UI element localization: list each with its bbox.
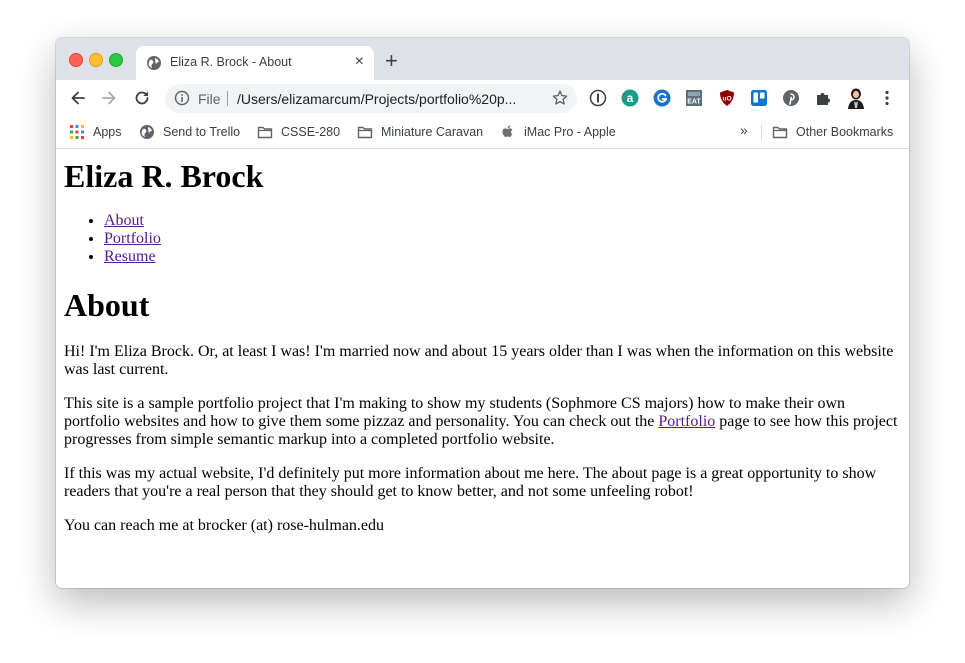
nav-link-portfolio[interactable]: Portfolio [104, 230, 161, 247]
svg-text:uO: uO [722, 96, 731, 103]
reload-icon[interactable] [132, 88, 152, 108]
folder-icon [357, 126, 373, 139]
nav-link-resume[interactable]: Resume [104, 248, 156, 265]
trello-icon[interactable] [750, 89, 768, 107]
globe-icon [140, 125, 154, 139]
svg-text:a: a [627, 91, 634, 105]
site-nav: About Portfolio Resume [64, 212, 901, 266]
slow-eat-icon[interactable]: EAT [685, 89, 703, 107]
nav-link-about[interactable]: About [104, 212, 144, 229]
bookmark-label: CSSE-280 [281, 125, 341, 139]
browser-toolbar: File /Users/elizamarcum/Projects/portfol… [56, 80, 909, 117]
url-text[interactable]: /Users/elizamarcum/Projects/portfolio%20… [237, 91, 516, 107]
new-tab-button[interactable]: + [385, 50, 398, 72]
profile-avatar-icon[interactable] [846, 87, 866, 109]
svg-text:EAT: EAT [687, 99, 701, 106]
folder-icon [257, 126, 273, 139]
1password-icon[interactable] [589, 89, 607, 107]
bookmark-miniature-caravan[interactable]: Miniature Caravan [357, 124, 483, 140]
tab-close-icon[interactable]: × [355, 53, 364, 71]
nav-item: About [104, 212, 901, 230]
menu-kebab-icon[interactable] [878, 89, 896, 107]
url-separator [227, 91, 228, 106]
browser-window: Eliza R. Brock - About × + File /Users/e… [56, 38, 909, 588]
apple-icon [502, 125, 513, 137]
nav-item: Portfolio [104, 230, 901, 248]
bookmarks-overflow-chevron-icon[interactable]: » [740, 122, 748, 138]
window-close-button[interactable] [69, 53, 83, 67]
extensions-puzzle-icon[interactable] [814, 89, 832, 107]
tab-title: Eliza R. Brock - About [170, 55, 292, 69]
info-icon[interactable] [174, 90, 190, 106]
pinterest-icon[interactable] [782, 89, 800, 107]
tab-active[interactable]: Eliza R. Brock - About × [136, 46, 374, 80]
amazon-assistant-icon[interactable]: a [621, 89, 639, 107]
nav-item: Resume [104, 248, 901, 266]
bookmark-imac-pro-apple[interactable]: iMac Pro - Apple [500, 124, 616, 140]
bookmark-send-to-trello[interactable]: Send to Trello [139, 124, 240, 140]
bookmark-label: Miniature Caravan [381, 125, 484, 139]
site-title: Eliza R. Brock [64, 158, 264, 194]
page-content: Eliza R. Brock About Portfolio Resume Ab… [56, 149, 909, 588]
bookmark-label: Apps [93, 125, 122, 139]
address-bar[interactable]: File /Users/elizamarcum/Projects/portfol… [165, 84, 577, 113]
bookmarks-bar: Apps Send to Trello CSSE-280 Miniature C… [56, 117, 909, 149]
back-arrow-icon[interactable] [68, 88, 88, 108]
apps-grid-icon [70, 125, 84, 139]
bookmarks-divider [761, 125, 762, 140]
window-minimize-button[interactable] [89, 53, 103, 67]
bookmark-label: iMac Pro - Apple [524, 125, 616, 139]
bookmark-csse-280[interactable]: CSSE-280 [257, 124, 340, 140]
paragraph-purpose: This site is a sample portfolio project … [64, 395, 901, 449]
forward-arrow-icon[interactable] [99, 88, 119, 108]
bookmark-star-icon[interactable] [551, 89, 569, 107]
inline-link-portfolio[interactable]: Portfolio [658, 413, 715, 430]
paragraph-intro: Hi! I'm Eliza Brock. Or, at least I was!… [64, 343, 894, 378]
tab-strip: Eliza R. Brock - About × + [56, 38, 909, 80]
ublock-icon[interactable]: uO [718, 89, 736, 107]
globe-icon [147, 56, 161, 70]
url-scheme-label: File [198, 91, 221, 107]
page-heading: About [64, 287, 150, 323]
paragraph-contact: You can reach me at brocker (at) rose-hu… [64, 517, 385, 534]
bookmark-label: Other Bookmarks [796, 125, 894, 139]
paragraph-more-info: If this was my actual website, I'd defin… [64, 465, 877, 500]
bookmark-label: Send to Trello [163, 125, 241, 139]
grammarly-icon[interactable] [653, 89, 671, 107]
window-maximize-button[interactable] [109, 53, 123, 67]
bookmark-apps[interactable]: Apps [69, 124, 122, 140]
folder-icon [772, 126, 788, 139]
bookmark-other-bookmarks[interactable]: Other Bookmarks [772, 124, 893, 140]
